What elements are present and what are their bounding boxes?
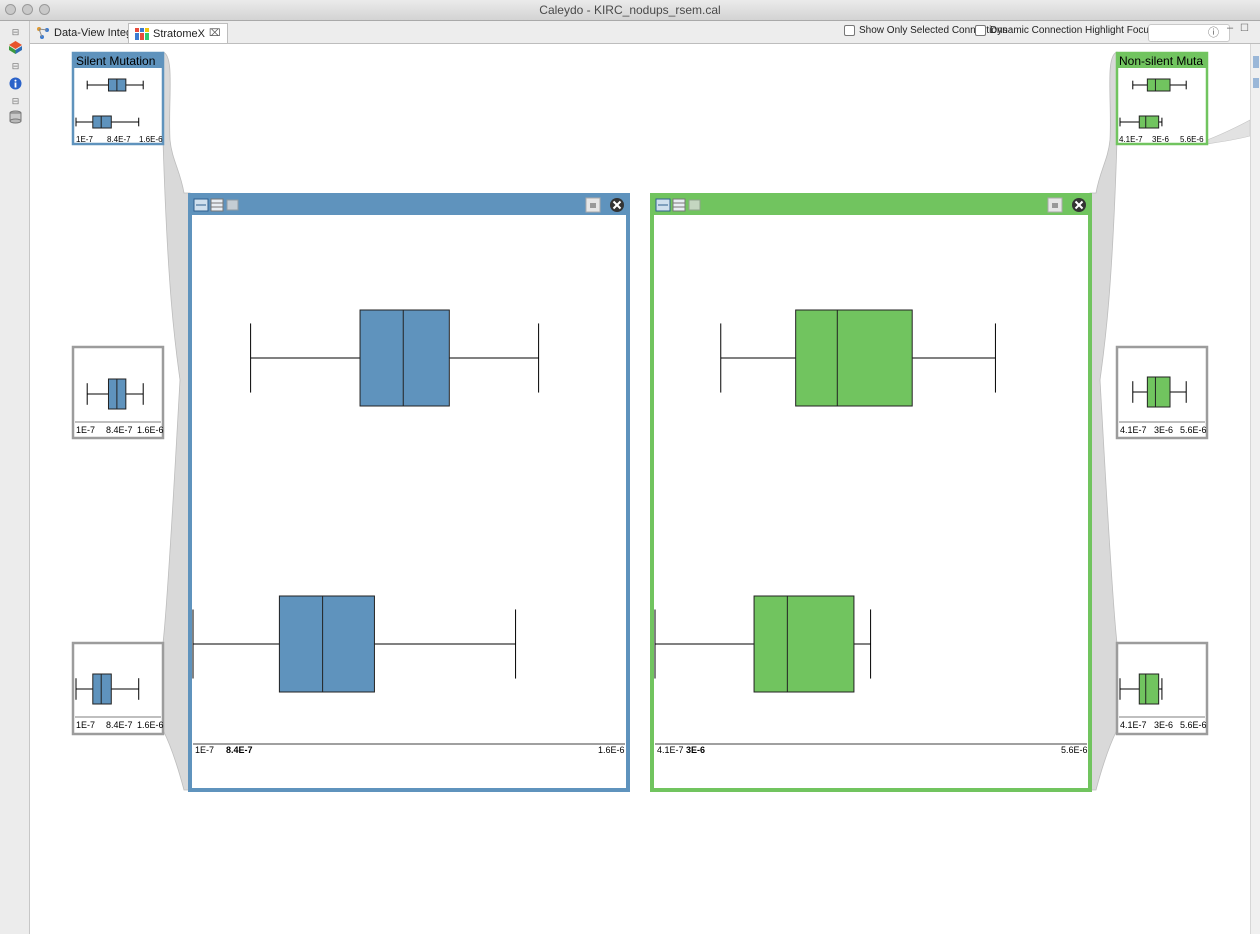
header-block-silent-mutation[interactable]: Silent Mutation 1E-7 8.4E-7 1.6E-6 — [71, 51, 165, 146]
stratomex-canvas: Silent Mutation 1E-7 8.4E-7 1.6E-6 1E-7 … — [71, 51, 1250, 792]
axis-tick-label: 4.1E-7 — [1120, 720, 1147, 730]
axis-label-overlap: 8.4E-7 — [226, 745, 253, 755]
right-trim-bar — [1250, 44, 1260, 934]
axis-tick-label: 3E-6 — [1154, 720, 1173, 730]
axis-tick-label: 5.6E-6 — [1180, 425, 1207, 435]
boxplot-box — [1146, 376, 1171, 408]
column-header: Silent Mutation — [76, 54, 155, 68]
stratum-block-right-1[interactable]: 4.1E-7 3E-6 5.6E-6 — [1115, 345, 1209, 440]
boxplot-box — [795, 309, 913, 407]
axis-tick-label: 8.4E-7 — [106, 425, 133, 435]
boxplot-box — [278, 595, 375, 693]
connection-ribbon[interactable] — [1089, 51, 1118, 791]
axis-label-min: 4.1E-7 — [657, 745, 684, 755]
stratum-block-left-1[interactable]: 1E-7 8.4E-7 1.6E-6 — [71, 345, 165, 440]
column-header: Non-silent Muta — [1119, 54, 1203, 68]
lock-icon[interactable] — [1047, 197, 1063, 213]
axis-tick-label: 3E-6 — [1152, 135, 1169, 144]
boxplot-box — [92, 673, 112, 705]
axis-tick-label: 1.6E-6 — [137, 720, 164, 730]
axis-tick-label: 1.6E-6 — [137, 425, 164, 435]
stratum-block-left-2[interactable]: 1E-7 8.4E-7 1.6E-6 — [71, 641, 165, 736]
table-view-icon[interactable] — [672, 198, 686, 212]
axis-tick-label: 4.1E-7 — [1119, 135, 1143, 144]
axis-tick-label: 3E-6 — [1154, 425, 1173, 435]
axis-tick-label: 1E-7 — [76, 425, 95, 435]
detail-toolbar — [652, 195, 1090, 215]
boxplot-box — [753, 595, 855, 693]
boxplot-box — [1138, 115, 1160, 129]
connection-ribbon[interactable] — [162, 51, 191, 791]
boxplot-box — [92, 115, 112, 129]
axis-tick-label: 1E-7 — [76, 135, 93, 144]
table-view-icon[interactable] — [210, 198, 224, 212]
boxplot-box — [1146, 78, 1171, 92]
axis-tick-label: 8.4E-7 — [107, 135, 131, 144]
axis-tick-label: 1.6E-6 — [139, 135, 163, 144]
view-thumbnail-icon[interactable] — [1253, 78, 1259, 88]
axis-tick-label: 5.6E-6 — [1180, 135, 1204, 144]
axis-tick-label: 1E-7 — [76, 720, 95, 730]
boxplot-view-icon[interactable] — [193, 198, 209, 212]
detail-toolbar — [190, 195, 628, 215]
stratum-block-right-2[interactable]: 4.1E-7 3E-6 5.6E-6 — [1115, 641, 1209, 736]
axis-label-min: 1E-7 — [195, 745, 214, 755]
axis-tick-label: 4.1E-7 — [1120, 425, 1147, 435]
detail-view-silent-mutation[interactable]: 1E-7 8.4E-7 1.6E-6 — [188, 193, 630, 792]
lock-icon[interactable] — [585, 197, 601, 213]
connection-ribbon[interactable] — [1206, 119, 1250, 145]
axis-tick-label: 8.4E-7 — [106, 720, 133, 730]
close-panel-icon[interactable] — [1072, 198, 1086, 212]
export-icon[interactable] — [226, 199, 239, 211]
axis-label-max: 5.6E-6 — [1061, 745, 1088, 755]
close-panel-icon[interactable] — [610, 198, 624, 212]
boxplot-view-icon[interactable] — [655, 198, 671, 212]
axis-label-overlap: 3E-6 — [686, 745, 705, 755]
boxplot-box — [359, 309, 450, 407]
detail-view-non-silent-mutation[interactable]: 4.1E-7 3E-6 5.6E-6 — [650, 193, 1092, 792]
view-thumbnail-icon[interactable] — [1253, 56, 1259, 68]
header-block-non-silent-mutation[interactable]: Non-silent Muta 4.1E-7 3E-6 5.6E-6 — [1115, 51, 1209, 146]
axis-tick-label: 5.6E-6 — [1180, 720, 1207, 730]
boxplot-box — [1138, 673, 1160, 705]
export-icon[interactable] — [688, 199, 701, 211]
axis-label-max: 1.6E-6 — [598, 745, 625, 755]
